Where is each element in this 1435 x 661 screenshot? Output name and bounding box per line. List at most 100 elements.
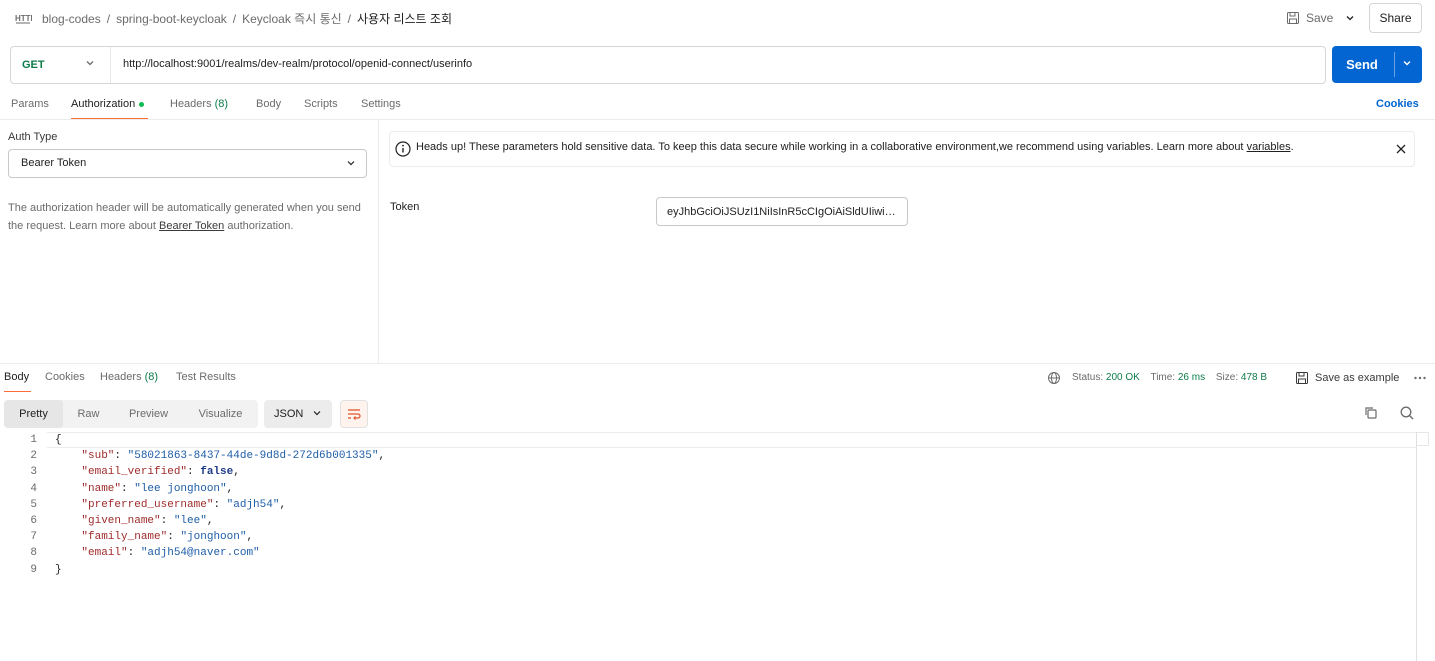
tab-response-cookies[interactable]: Cookies xyxy=(45,371,85,383)
save-as-example-label: Save as example xyxy=(1315,372,1400,384)
wrap-lines-button[interactable] xyxy=(340,400,368,428)
url-input[interactable]: http://localhost:9001/realms/dev-realm/p… xyxy=(123,58,472,70)
tab-response-headers-label: Headers xyxy=(100,371,142,383)
more-options-icon[interactable] xyxy=(1413,371,1427,385)
line-number: 1 xyxy=(30,434,37,446)
tab-response-body[interactable]: Body xyxy=(4,371,29,383)
response-meta: Status: 200 OK Time: 26 ms Size: 478 B xyxy=(1072,372,1275,383)
response-body-editor[interactable]: 1 {2 "sub": "58021863-8437-44de-9d8d-272d… xyxy=(0,432,1416,661)
url-bar: GET http://localhost:9001/realms/dev-rea… xyxy=(10,46,1326,84)
save-as-example-button[interactable]: Save as example xyxy=(1295,371,1399,385)
view-preview[interactable]: Preview xyxy=(114,400,183,428)
code-line: "family_name": "jonghoon", xyxy=(81,531,254,544)
bearer-token-link[interactable]: Bearer Token xyxy=(159,220,224,232)
brace: } xyxy=(55,563,62,576)
http-icon: HTTP xyxy=(14,10,32,26)
divider[interactable] xyxy=(0,363,1435,364)
tab-test-results[interactable]: Test Results xyxy=(176,371,236,383)
status-dot xyxy=(139,101,145,107)
breadcrumb-item-request[interactable]: 사용자 리스트 조회 xyxy=(357,12,452,26)
format-select[interactable]: JSON xyxy=(264,400,332,428)
tab-params[interactable]: Params xyxy=(11,98,49,110)
code-line: "email_verified": false, xyxy=(81,466,240,479)
json-value: "58021863-8437-44de-9d8d-272d6b001335" xyxy=(127,450,379,463)
save-icon xyxy=(1286,11,1300,25)
json-key: "sub" xyxy=(81,450,115,463)
auth-help-suffix: authorization. xyxy=(224,220,294,232)
method-label: GET xyxy=(22,59,45,71)
panel-divider[interactable] xyxy=(378,120,379,364)
code-line: "email": "adjh54@naver.com" xyxy=(81,547,260,560)
tab-headers-count: (8) xyxy=(214,98,229,110)
tab-authorization-label: Authorization xyxy=(71,98,136,110)
json-key: "name" xyxy=(81,482,122,495)
brace: { xyxy=(55,434,62,446)
view-raw[interactable]: Raw xyxy=(63,400,114,428)
tab-headers-label: Headers xyxy=(170,98,212,110)
tab-authorization[interactable]: Authorization xyxy=(71,98,145,110)
auth-type-select[interactable]: Bearer Token xyxy=(8,149,367,178)
view-mode-selector: Pretty Raw Preview Visualize xyxy=(4,400,258,428)
banner-text: Heads up! These parameters hold sensitiv… xyxy=(416,141,1294,153)
breadcrumb-item-folder[interactable]: spring-boot-keycloak xyxy=(116,12,227,26)
code-line: "name": "lee jonghoon", xyxy=(81,482,234,495)
view-pretty[interactable]: Pretty xyxy=(4,400,63,428)
copy-icon[interactable] xyxy=(1363,405,1379,421)
token-input[interactable] xyxy=(656,197,908,226)
auth-type-value: Bearer Token xyxy=(21,157,87,169)
breadcrumb-item-subfolder[interactable]: Keycloak 즉시 통신 xyxy=(242,12,342,26)
chevron-down-icon[interactable] xyxy=(1400,56,1414,70)
cookies-link[interactable]: Cookies xyxy=(1376,98,1419,110)
json-key: "preferred_username" xyxy=(81,498,214,511)
globe-icon[interactable] xyxy=(1047,371,1061,385)
top-bar: HTTP blog-codes / spring-boot-keycloak / Key… xyxy=(0,0,1435,36)
method-select[interactable]: GET xyxy=(11,47,111,83)
chevron-down-icon xyxy=(311,407,323,419)
line-number: 2 xyxy=(30,450,37,463)
json-value: false xyxy=(200,466,234,479)
send-label: Send xyxy=(1346,57,1378,72)
svg-text:HTTP: HTTP xyxy=(15,14,32,23)
banner-prefix: Heads up! These parameters hold sensitiv… xyxy=(416,141,1247,153)
save-label: Save xyxy=(1306,11,1334,25)
banner-suffix: . xyxy=(1290,141,1294,153)
tab-response-headers-count: (8) xyxy=(144,371,159,383)
status-value[interactable]: 200 OK xyxy=(1106,372,1140,383)
format-label: JSON xyxy=(274,408,304,420)
variables-link[interactable]: variables xyxy=(1247,141,1291,153)
tab-scripts[interactable]: Scripts xyxy=(304,98,338,110)
tab-settings[interactable]: Settings xyxy=(361,98,401,110)
chevron-down-icon[interactable] xyxy=(85,58,95,68)
json-value: "adjh54" xyxy=(226,498,280,511)
time-value[interactable]: 26 ms xyxy=(1178,372,1205,383)
json-key: "given_name" xyxy=(81,515,161,527)
code-line: { xyxy=(55,434,62,446)
breadcrumb-separator: / xyxy=(232,12,237,26)
save-button[interactable]: Save xyxy=(1286,8,1333,28)
json-value: "jonghoon" xyxy=(180,531,247,544)
search-icon[interactable] xyxy=(1399,405,1415,421)
view-visualize[interactable]: Visualize xyxy=(183,400,258,428)
vertical-scrollbar[interactable] xyxy=(1416,432,1417,661)
line-number: 3 xyxy=(30,466,37,479)
send-button[interactable]: Send xyxy=(1332,46,1422,83)
wrap-lines-icon xyxy=(346,406,362,422)
tab-headers[interactable]: Headers (8) xyxy=(170,98,228,110)
tab-response-headers[interactable]: Headers (8) xyxy=(100,371,158,383)
info-icon xyxy=(394,140,412,158)
auth-help-text: The authorization header will be automat… xyxy=(8,199,368,235)
size-value[interactable]: 478 B xyxy=(1241,372,1267,383)
chevron-down-icon[interactable] xyxy=(1342,9,1358,27)
json-value: "adjh54@naver.com" xyxy=(140,547,260,560)
token-label: Token xyxy=(390,201,420,213)
status-label: Status: xyxy=(1072,372,1104,383)
breadcrumb-item-collection[interactable]: blog-codes xyxy=(42,12,101,26)
breadcrumb-separator: / xyxy=(106,12,111,26)
close-icon[interactable] xyxy=(1394,142,1408,156)
share-button[interactable]: Share xyxy=(1369,3,1422,33)
line-number: 6 xyxy=(30,515,37,527)
scrollbar-thumb[interactable] xyxy=(1417,432,1429,446)
tab-body[interactable]: Body xyxy=(256,98,281,110)
code-line: "preferred_username": "adjh54", xyxy=(81,498,287,511)
line-number: 9 xyxy=(30,563,37,576)
